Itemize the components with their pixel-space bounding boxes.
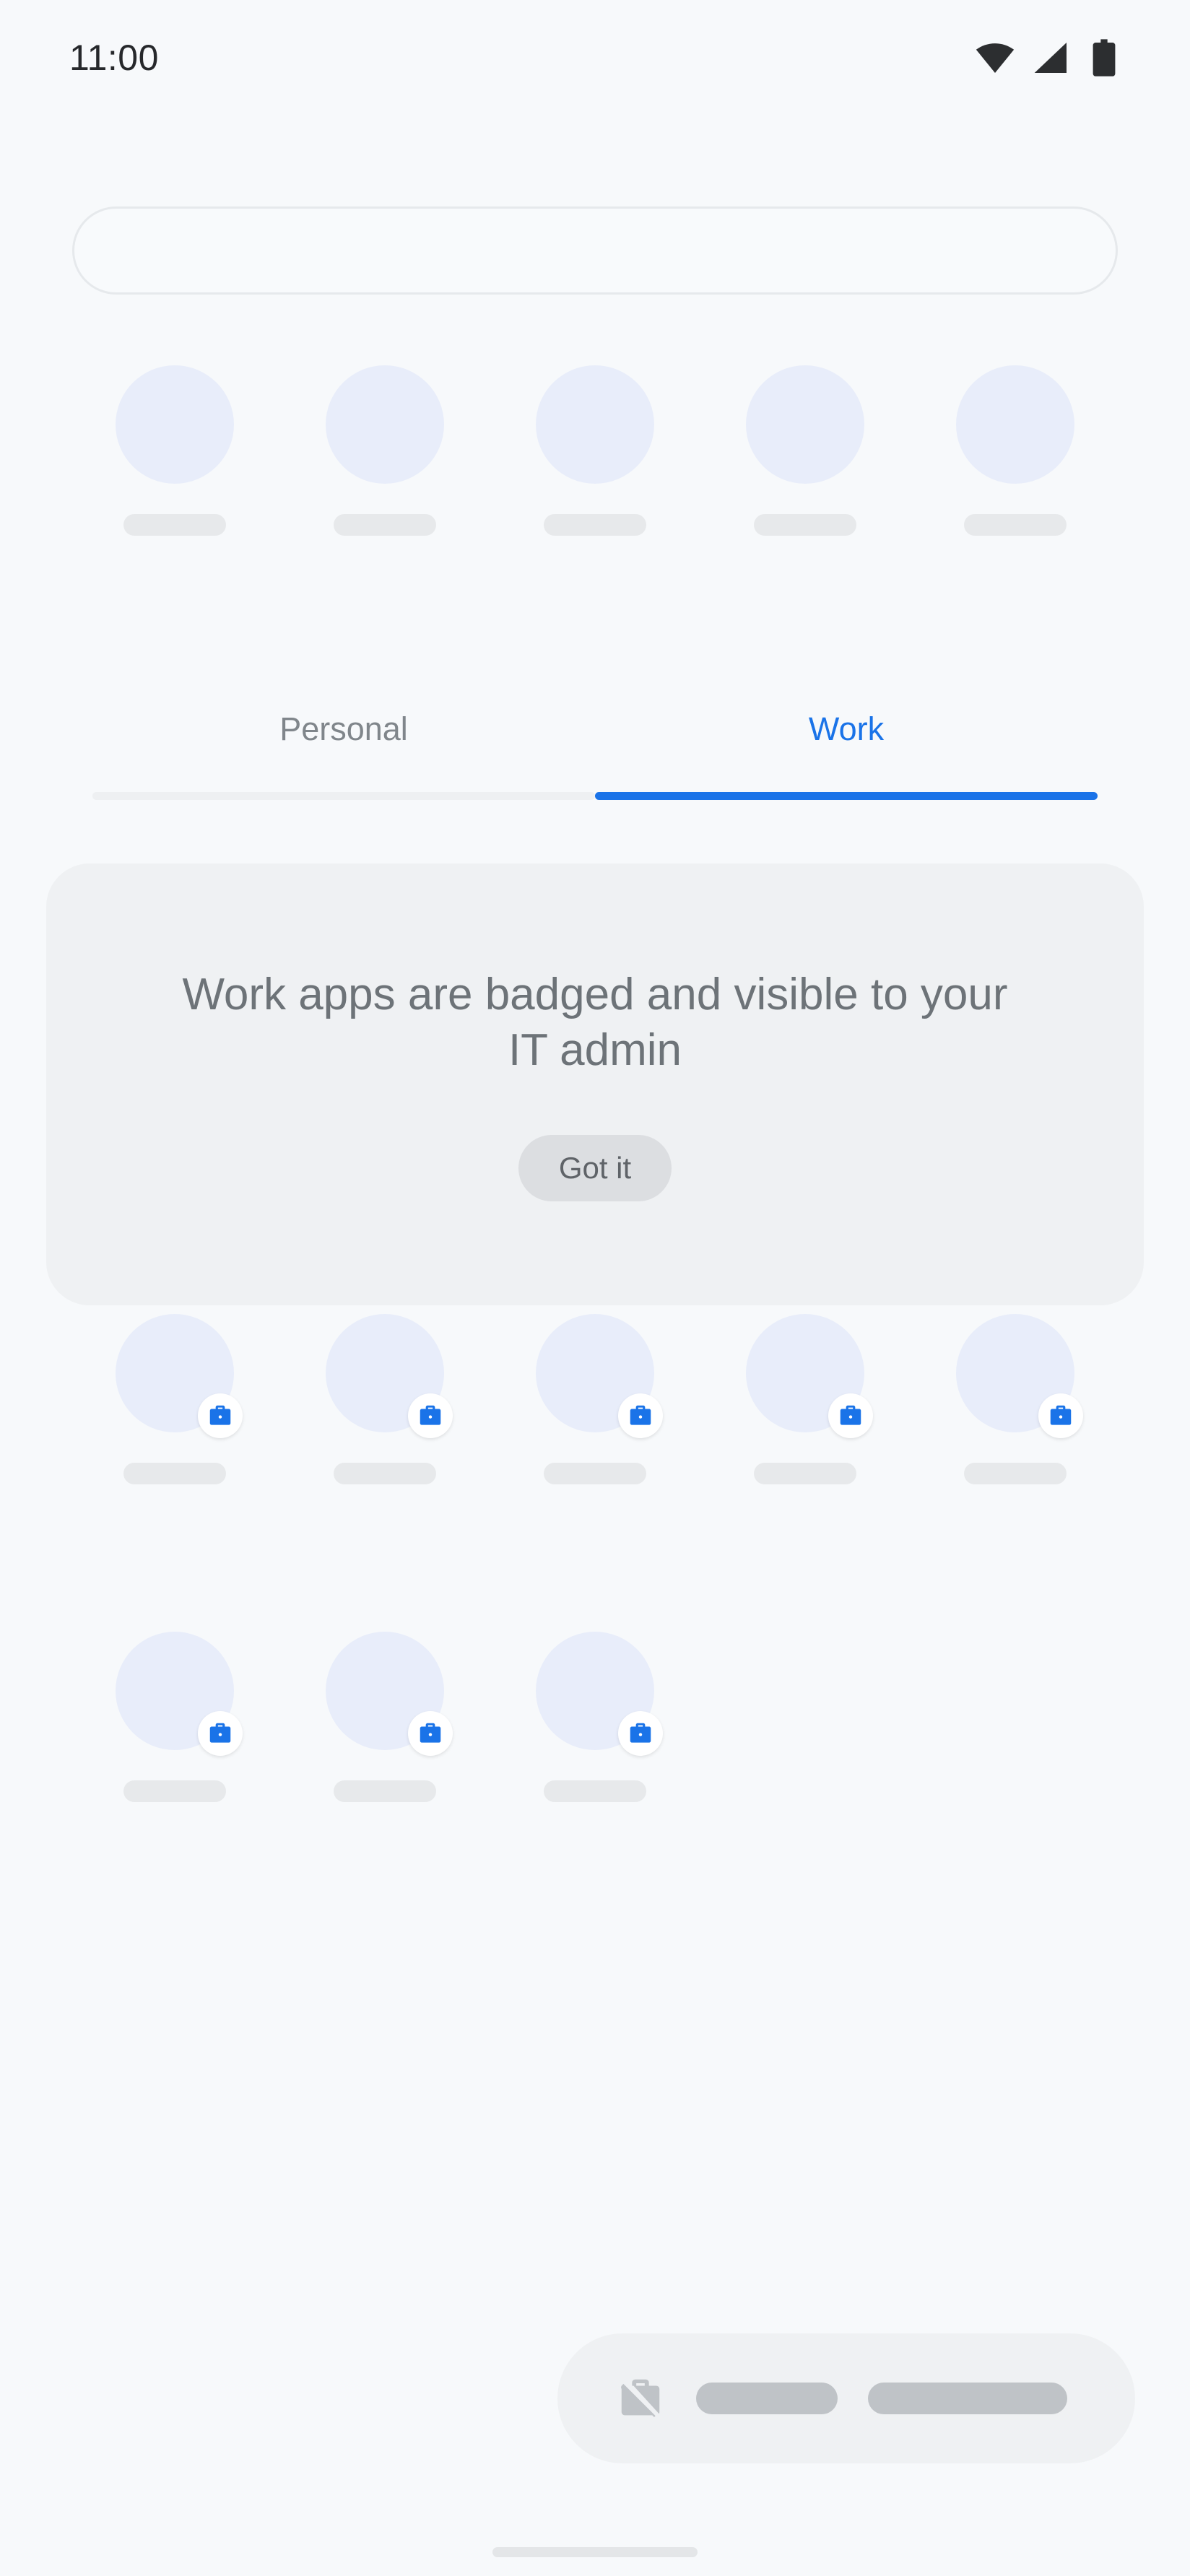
work-app-item[interactable]: [490, 1632, 700, 1802]
app-icon-placeholder: [535, 1314, 663, 1438]
app-label-placeholder: [753, 514, 856, 536]
app-label-placeholder: [543, 1780, 646, 1802]
app-icon-placeholder: [535, 365, 654, 484]
work-briefcase-badge-icon: [617, 1393, 663, 1438]
app-label-placeholder: [333, 514, 436, 536]
work-apps-row-1: [69, 1314, 1121, 1484]
work-app-item[interactable]: [490, 1314, 700, 1484]
tab-personal[interactable]: Personal: [92, 699, 595, 748]
profile-tab-bar: Personal Work: [92, 699, 1098, 800]
tab-indicator-personal: [92, 792, 595, 800]
work-app-slot-empty: [700, 1632, 910, 1802]
app-icon-placeholder: [325, 1314, 453, 1438]
search-input[interactable]: [72, 206, 1118, 295]
status-clock: 11:00: [69, 38, 159, 78]
work-briefcase-badge-icon: [197, 1711, 243, 1756]
work-briefcase-badge-icon: [1038, 1393, 1083, 1438]
app-icon-placeholder: [535, 1632, 663, 1756]
app-label-placeholder: [753, 1463, 856, 1484]
app-label-placeholder: [543, 1463, 646, 1484]
work-app-item[interactable]: [700, 1314, 910, 1484]
app-icon-placeholder: [325, 365, 444, 484]
bottom-bar-text-placeholder-2: [868, 2383, 1067, 2414]
wifi-icon: [976, 43, 1015, 73]
app-icon-placeholder: [745, 365, 864, 484]
app-icon-placeholder: [325, 1632, 453, 1756]
work-apps-row-2: [69, 1632, 1121, 1802]
work-app-item[interactable]: [910, 1314, 1120, 1484]
app-item[interactable]: [279, 365, 490, 536]
app-item[interactable]: [69, 365, 279, 536]
app-label-placeholder: [333, 1780, 436, 1802]
work-app-item[interactable]: [69, 1314, 279, 1484]
home-indicator[interactable]: [492, 2547, 698, 2557]
status-icon-group: [975, 38, 1121, 78]
app-icon-placeholder: [115, 1632, 243, 1756]
app-label-placeholder: [123, 514, 226, 536]
bottom-bar-text-placeholder-1: [696, 2383, 838, 2414]
work-app-item[interactable]: [69, 1632, 279, 1802]
got-it-button[interactable]: Got it: [518, 1134, 672, 1201]
app-icon-placeholder: [745, 1314, 873, 1438]
predicted-apps-row: [69, 365, 1121, 536]
app-icon-placeholder: [955, 1314, 1083, 1438]
work-briefcase-badge-icon: [197, 1393, 243, 1438]
app-label-placeholder: [963, 1463, 1067, 1484]
work-briefcase-badge-icon: [617, 1711, 663, 1756]
work-app-slot-empty: [910, 1632, 1120, 1802]
app-icon-placeholder: [955, 365, 1074, 484]
work-app-item[interactable]: [279, 1314, 490, 1484]
app-drawer-screen: 11:00 Personal Work Work apps are badged…: [0, 0, 1190, 2576]
app-label-placeholder: [963, 514, 1067, 536]
app-item[interactable]: [700, 365, 910, 536]
app-label-placeholder: [123, 1463, 226, 1484]
work-briefcase-badge-icon: [828, 1393, 873, 1438]
tab-labels: Personal Work: [92, 699, 1098, 748]
cellular-signal-icon: [1034, 43, 1067, 73]
battery-icon: [1093, 39, 1116, 77]
work-apps-off-icon: [621, 2379, 661, 2419]
app-icon-placeholder: [115, 365, 234, 484]
work-briefcase-badge-icon: [407, 1711, 453, 1756]
tab-indicator: [92, 792, 1098, 800]
info-card-message: Work apps are badged and visible to your…: [182, 970, 1008, 1075]
app-item[interactable]: [490, 365, 700, 536]
app-icon-placeholder: [115, 1314, 243, 1438]
status-bar: 11:00: [0, 0, 1190, 116]
work-profile-info-card: Work apps are badged and visible to your…: [46, 863, 1144, 1305]
app-label-placeholder: [123, 1780, 226, 1802]
app-label-placeholder: [543, 514, 646, 536]
work-profile-bottom-bar[interactable]: [557, 2333, 1135, 2463]
app-item[interactable]: [910, 365, 1120, 536]
app-label-placeholder: [333, 1463, 436, 1484]
tab-work[interactable]: Work: [595, 699, 1098, 748]
work-briefcase-badge-icon: [407, 1393, 453, 1438]
tab-indicator-work: [595, 792, 1098, 800]
work-app-item[interactable]: [279, 1632, 490, 1802]
